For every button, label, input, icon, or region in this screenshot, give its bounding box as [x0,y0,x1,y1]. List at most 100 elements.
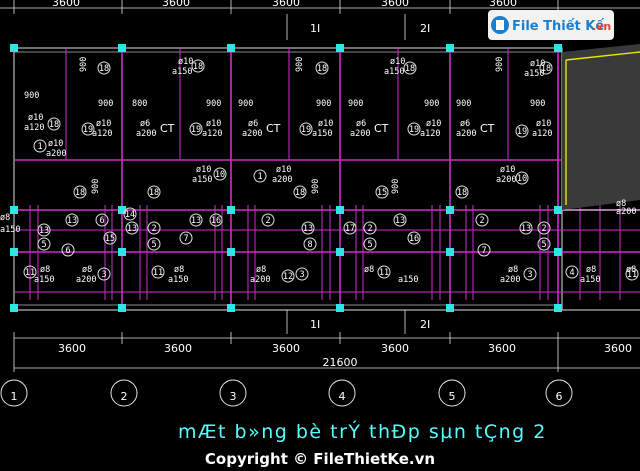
mark-number: 5 [367,240,372,250]
column [10,248,18,256]
rebar-diameter: ø10 [536,119,551,129]
logo-file-icon [496,20,504,30]
rebar-spacing: 900 [348,99,363,109]
bottom-dim-4: 3600 [381,342,409,355]
rebar-spacing-code: a200 [242,129,262,139]
rebar-spacing-code: a150 [168,275,188,285]
mark-number: 6 [65,246,70,256]
column [10,304,18,312]
mark-number: 1 [37,142,42,152]
mark-number: 13 [395,216,405,226]
rebar-spacing-code: a200 [616,207,636,217]
column [118,248,126,256]
mark-number: 17 [345,224,355,234]
mark-number: 2 [265,216,270,226]
mark-number: 2 [367,224,372,234]
rebar-spacing: 900 [206,99,221,109]
rebar-spacing-vertical: 900 [391,179,401,194]
rebar-diameter: ø10 [28,113,43,123]
rebar-spacing-code: a200 [456,129,476,139]
column [554,248,562,256]
axis-label: 4 [339,390,346,403]
mark-number: 19 [191,125,201,135]
rebar-spacing-code: a200 [496,175,516,185]
top-dim-1: 3600 [52,0,80,9]
mark-number: 3 [101,270,106,280]
mark-number: 13 [127,224,137,234]
mark-number: 4 [569,268,574,278]
rebar-spacing: 900 [456,99,471,109]
rebar-spacing: 800 [132,99,147,109]
bottom-dim-5: 3600 [488,342,516,355]
rebar-diameter: ø6 [248,119,258,129]
rebar-diameter-labels: ø10 a120 ø10 a150 ø10 a150 ø10 a150 ø10 … [0,57,636,285]
rebar-spacing-code: a120 [202,129,222,139]
mark-number: 7 [183,234,188,244]
axis-label: 1 [11,390,18,403]
section-markers-top: 1I 2I [286,14,430,40]
rebar-ct: CT [266,122,281,135]
rebar-spacing: 900 [238,99,253,109]
column [554,206,562,214]
rebar-spacing: 900 [316,99,331,109]
rebar-diameter: ø10 [500,165,515,175]
rebar-spacing-code: a150 [192,175,212,185]
column [446,248,454,256]
rebar-ct: CT [374,122,389,135]
rebar-spacing-vertical: 900 [91,179,101,194]
mark-number: 11 [627,270,637,280]
mark-number: 2 [541,224,546,234]
bottom-dimension-chain: 3600 3600 3600 3600 3600 3600 21600 [13,332,640,372]
rebar-spacing: 900 [24,91,39,101]
mark-number: 13 [303,224,313,234]
mark-number: 13 [521,224,531,234]
mark-number: 5 [541,240,546,250]
rebar-diameter: ø8 [40,265,50,275]
mark-number: 19 [409,125,419,135]
column [446,304,454,312]
rebar-diameter: ø10 [318,119,333,129]
drawing-title: mÆt b»ng bè trÝ thÐp sµn tÇng 2 [178,420,547,443]
mark-number: 18 [295,188,305,198]
mark-number: 18 [75,188,85,198]
rebar-diameter: ø10 [196,165,211,175]
mark-number: 18 [49,120,59,130]
column [10,44,18,52]
mark-number: 19 [83,125,93,135]
mark-number: 19 [517,127,527,137]
mark-number: 12 [283,272,293,282]
mark-number: 18 [405,64,415,74]
rebar-spacing-code: a150 [34,275,54,285]
mark-number: 11 [379,268,389,278]
copyright-watermark: Copyright © FileThietKe.vn [205,450,435,468]
mark-number: 18 [193,62,203,72]
rebar-spacing-code: a200 [272,175,292,185]
mark-number: 10 [215,170,225,180]
section-markers-bottom: 1I 2I [286,310,430,334]
mark-number: 18 [541,64,551,74]
bottom-dim-2: 3600 [164,342,192,355]
column [554,44,562,52]
bottom-dim-1: 3600 [58,342,86,355]
total-dimension: 21600 [323,356,358,369]
column [336,206,344,214]
column [227,304,235,312]
mark-number: 16 [211,216,221,226]
mark-number: 15 [105,234,115,244]
column [227,44,235,52]
rebar-spacing-code: a200 [76,275,96,285]
column [227,248,235,256]
rebar-diameter: ø8 [82,265,92,275]
axis-label: 6 [556,390,563,403]
mark-number: 18 [99,64,109,74]
rebar-spacing-code: a120 [532,129,552,139]
mark-number: 14 [125,210,135,220]
rebar-spacing-vertical: 900 [79,57,89,72]
rebar-diameter: ø6 [460,119,470,129]
top-dim-5: 3600 [489,0,517,9]
site-logo: File Thiết Kế .vn [488,10,614,40]
section-marker-2-bottom: 2I [420,318,430,331]
mark-number: 3 [299,270,304,280]
rebar-spacing-code: a200 [136,129,156,139]
rebar-spacing-vertical: 900 [495,57,505,72]
